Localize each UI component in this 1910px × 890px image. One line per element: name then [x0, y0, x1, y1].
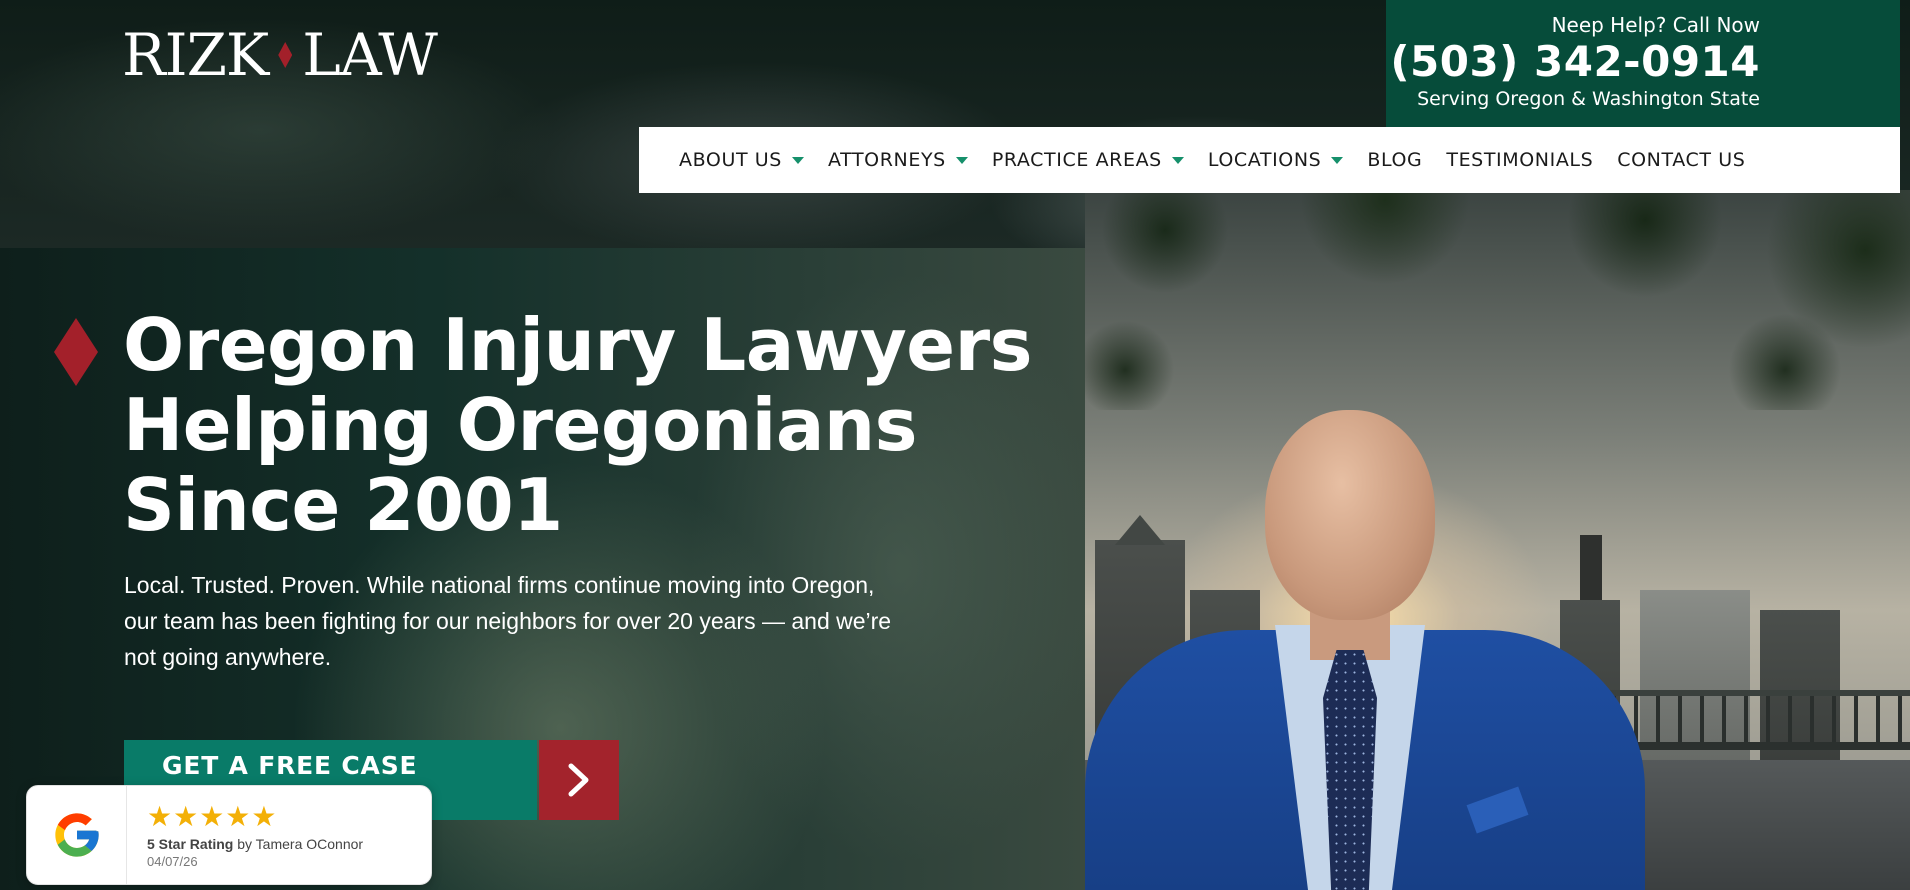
- nav-label: TESTIMONIALS: [1446, 149, 1594, 171]
- caret-down-icon: [791, 156, 804, 164]
- reviewer-name: by Tamera OConnor: [233, 836, 364, 852]
- attorney-photo: [1085, 400, 1645, 890]
- logo-word-law: LAW: [302, 21, 438, 89]
- nav-item-blog[interactable]: BLOG: [1367, 149, 1422, 171]
- serving-area-text: Serving Oregon & Washington State: [1417, 88, 1760, 110]
- hero-subtitle-line: not going anywhere.: [124, 644, 332, 670]
- nav-item-about-us[interactable]: ABOUT US: [679, 149, 804, 171]
- google-review-badge[interactable]: ★★★★★ 5 Star Rating by Tamera OConnor 04…: [26, 785, 432, 885]
- call-box: Neep Help? Call Now (503) 342-0914 Servi…: [1386, 0, 1900, 127]
- nav-label: CONTACT US: [1617, 149, 1746, 171]
- review-byline: 5 Star Rating by Tamera OConnor: [147, 836, 363, 852]
- caret-down-icon: [955, 156, 968, 164]
- hero-title-line: Oregon Injury Lawyers: [123, 303, 1032, 387]
- nav-item-contact-us[interactable]: CONTACT US: [1617, 149, 1745, 171]
- hero-title-line: Helping Oregonians: [123, 383, 918, 467]
- nav-label: LOCATIONS: [1207, 149, 1322, 171]
- rating-label: 5 Star Rating: [147, 836, 234, 852]
- logo-word-rizk: RIZK: [122, 21, 269, 89]
- review-info: ★★★★★ 5 Star Rating by Tamera OConnor 04…: [127, 786, 363, 884]
- logo-diamond-icon: [278, 42, 293, 68]
- nav-label: ATTORNEYS: [827, 149, 946, 171]
- hero-title: Oregon Injury Lawyers Helping Oregonians…: [123, 305, 1083, 545]
- main-nav: ABOUT US ATTORNEYS PRACTICE AREAS LOCATI…: [639, 127, 1900, 193]
- call-help-text: Neep Help? Call Now: [1551, 13, 1760, 37]
- nav-label: BLOG: [1367, 149, 1423, 171]
- chevron-right-icon: [539, 740, 619, 820]
- review-date: 04/07/26: [147, 854, 198, 869]
- hero-title-line: Since 2001: [123, 463, 563, 547]
- hero-subtitle: Local. Trusted. Proven. While national f…: [124, 567, 964, 675]
- phone-link[interactable]: (503) 342-0914: [1386, 38, 1760, 86]
- tree-foliage: [1085, 190, 1910, 410]
- google-logo-icon: [27, 786, 127, 884]
- nav-item-attorneys[interactable]: ATTORNEYS: [828, 149, 968, 171]
- nav-item-locations[interactable]: LOCATIONS: [1208, 149, 1344, 171]
- nav-label: ABOUT US: [679, 149, 782, 171]
- caret-down-icon: [1171, 156, 1184, 164]
- nav-label: PRACTICE AREAS: [991, 149, 1162, 171]
- nav-item-testimonials[interactable]: TESTIMONIALS: [1446, 149, 1593, 171]
- star-rating-icon: ★★★★★: [147, 801, 278, 832]
- hero-subtitle-line: our team has been fighting for our neigh…: [124, 608, 892, 634]
- nav-item-practice-areas[interactable]: PRACTICE AREAS: [992, 149, 1184, 171]
- attorney-head: [1265, 410, 1435, 620]
- hero-subtitle-line: Local. Trusted. Proven. While national f…: [124, 572, 875, 598]
- caret-down-icon: [1331, 156, 1344, 164]
- attorney-tie: [1323, 650, 1377, 890]
- site-logo[interactable]: RIZK LAW: [122, 21, 438, 89]
- page: RIZK LAW Neep Help? Call Now (503) 342-0…: [0, 0, 1910, 890]
